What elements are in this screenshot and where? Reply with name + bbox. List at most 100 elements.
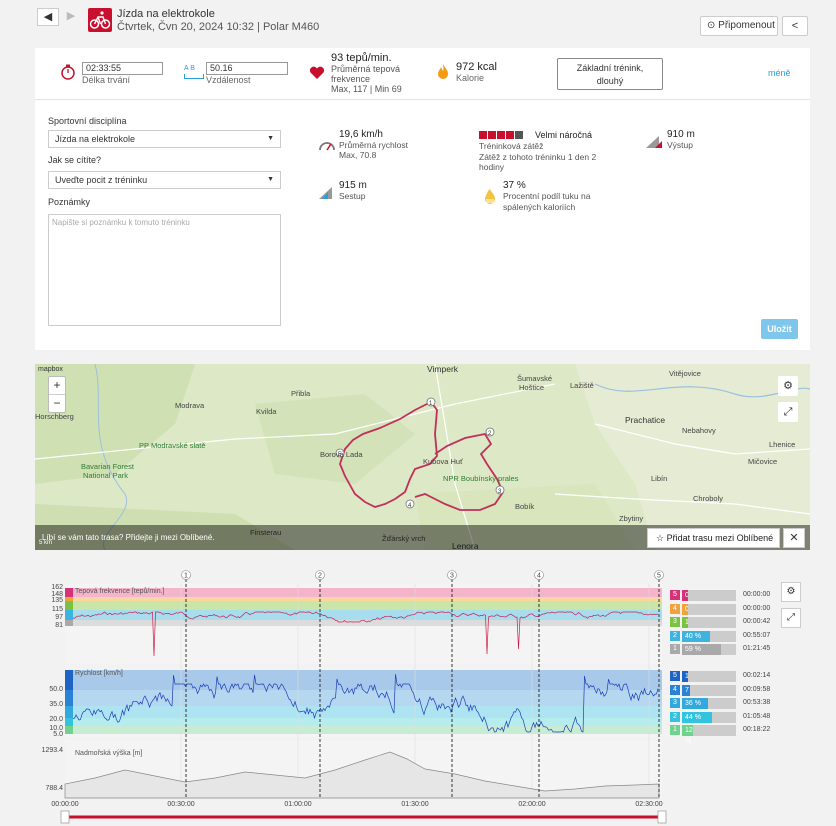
- speed-zone-track: [690, 684, 736, 696]
- map-fullscreen-button[interactable]: ⤢: [778, 402, 798, 422]
- duration-field[interactable]: 02:33:55: [82, 62, 163, 75]
- zoom-in-button[interactable]: +: [49, 377, 65, 395]
- hr-zone-time: 00:55:07: [743, 631, 771, 639]
- graph-expand-button[interactable]: ⤢: [781, 608, 801, 628]
- notes-textarea[interactable]: Napište si poznámku k tomuto tréninku: [48, 214, 281, 326]
- place-label: Hoštice: [519, 383, 545, 392]
- lap-marker-label: 3: [450, 573, 454, 580]
- speed-zone-track: [693, 725, 736, 736]
- fat-burn-icon: [485, 189, 495, 204]
- ruler-icon: [184, 74, 204, 79]
- place-label: Bavarian Forest: [81, 462, 134, 471]
- gear-icon: ⚙: [783, 380, 793, 392]
- speed-zone-number: 5: [670, 671, 680, 681]
- stopwatch-icon: [61, 64, 75, 80]
- sport-select[interactable]: Jízda na elektrokole ▼: [48, 130, 281, 148]
- distance-ab-icon: A B: [184, 65, 195, 72]
- speed-tick-label: 20.0: [49, 716, 63, 723]
- speed-zone-time: 00:18:22: [743, 726, 771, 733]
- flame-icon: [438, 64, 448, 79]
- summary-card: 02:33:55 Délka trvání A B 50.16 Vzdáleno…: [35, 48, 810, 350]
- back-button[interactable]: ◀: [37, 8, 59, 26]
- feel-select[interactable]: Uveďte pocit z tréninku ▼: [48, 171, 281, 189]
- hr-zone-track: [721, 644, 736, 655]
- place-label: Šumavské: [517, 374, 553, 383]
- speed-zone-percent: 7 %: [682, 684, 691, 705]
- distance-label: Vzdálenost: [206, 75, 251, 85]
- ascent-icon: [646, 136, 662, 148]
- time-tick-label: 00:30:00: [167, 801, 194, 808]
- route-map[interactable]: 1 2 3 4 5 mapbox + − ⚙ ⤢ Vimperk Šumavsk…: [35, 364, 810, 550]
- place-label: Libín: [651, 474, 668, 483]
- time-tick-label: 02:30:00: [635, 801, 662, 808]
- speed-zone-track: [708, 698, 736, 709]
- remind-button[interactable]: ⊙ Připomenout: [700, 16, 778, 36]
- save-button[interactable]: Uložit: [761, 319, 798, 339]
- calories-value: 972 kcal: [456, 61, 497, 73]
- map-zoom-controls[interactable]: + −: [48, 376, 66, 413]
- distance-field[interactable]: 50.16: [206, 62, 288, 75]
- altitude-panel-title: Nadmořská výška [m]: [75, 750, 142, 757]
- hr-zone-percent: 59 %: [682, 644, 721, 655]
- place-label: Zbytiny: [619, 514, 644, 523]
- place-label: Bobík: [515, 502, 535, 511]
- time-tick-label: 02:00:00: [518, 801, 545, 808]
- speed-zone-track: [712, 711, 736, 723]
- hr-zone-time: 00:00:00: [743, 591, 771, 598]
- hr-zone-time: 01:21:45: [743, 645, 771, 652]
- share-icon: <: [791, 20, 799, 32]
- training-benefit-line2: dlouhý: [596, 76, 624, 86]
- training-benefit-button[interactable]: Základní trénink, dlouhý: [557, 58, 663, 90]
- map-footer-text: Líbí se vám tato trasa? Přidejte ji mezi…: [42, 533, 215, 542]
- sport-label: Sportovní disciplína: [48, 116, 127, 126]
- hr-tick-label: 97: [55, 614, 63, 621]
- hr-zone-number: 1: [670, 644, 680, 654]
- cycling-icon: [88, 8, 112, 32]
- lap-marker-label: 1: [184, 573, 188, 580]
- time-tick-label: 01:00:00: [284, 801, 311, 808]
- time-tick-label: 00:00:00: [51, 801, 78, 808]
- altitude-tick-label: 1293.4: [42, 747, 64, 754]
- workout-title: Jízda na elektrokole: [117, 8, 215, 20]
- hr-zone-number: 5: [670, 590, 680, 600]
- hr-minmax: Max, 117 | Min 69: [331, 84, 402, 94]
- share-button[interactable]: <: [782, 16, 808, 36]
- hr-tick-label: 81: [55, 622, 63, 629]
- ascent-value: 910 m: [667, 129, 695, 140]
- show-less-link[interactable]: méně: [768, 68, 791, 78]
- fat-percent-label-2: spálených kaloriích: [503, 202, 576, 212]
- speed-avg-label: Průměrná rychlost: [339, 140, 408, 150]
- map-settings-button[interactable]: ⚙: [778, 376, 798, 396]
- place-label: Kubova Huť: [423, 457, 463, 466]
- workout-subtitle: Čtvrtek, Čvn 20, 2024 10:32 | Polar M460: [117, 21, 320, 33]
- speed-zone-time: 00:09:58: [743, 685, 771, 693]
- hr-zone-time: 00:00:00: [743, 604, 771, 612]
- training-benefit-line1: Základní trénink,: [576, 63, 644, 73]
- speed-zone-number: 3: [670, 698, 680, 708]
- training-load-desc-2: hodiny: [479, 162, 505, 172]
- training-load-label: Tréninková zátěž: [479, 141, 544, 151]
- place-label: Vimperk: [427, 364, 459, 374]
- place-label: PP Modravské slatě: [139, 441, 206, 450]
- remind-label: Připomenout: [718, 20, 775, 31]
- graph-settings-button[interactable]: ⚙: [781, 582, 801, 602]
- add-favorite-button[interactable]: ☆ Přidat trasu mezi Oblíbené: [647, 528, 780, 548]
- place-label: Modrava: [175, 401, 205, 410]
- hr-tick-label: 162: [51, 584, 63, 591]
- zoom-out-button[interactable]: −: [49, 395, 65, 413]
- hr-zone-percent: 40 %: [682, 630, 710, 642]
- mapbox-logo: mapbox: [38, 366, 63, 373]
- speed-max: Max, 70.8: [339, 150, 377, 160]
- gear-icon: ⚙: [786, 586, 796, 597]
- load-box: [497, 131, 505, 140]
- forward-button[interactable]: ▶: [60, 8, 82, 26]
- lap-marker-label: 5: [657, 573, 661, 580]
- workout-graph[interactable]: 12345 162 148 135 115 97 81 50.0 35.0 20.0 10.0 5.…: [35, 564, 810, 826]
- hr-panel-title: Tepová frekvence [tepů/min.]: [75, 587, 165, 595]
- load-box: [479, 131, 487, 140]
- speed-avg-value: 19,6 km/h: [339, 129, 383, 140]
- map-footer-close-button[interactable]: ✕: [783, 528, 805, 548]
- place-label: Borová Lada: [320, 450, 363, 459]
- speed-zone-time: 01:05:48: [743, 712, 771, 720]
- speed-zone-number: 4: [670, 684, 680, 695]
